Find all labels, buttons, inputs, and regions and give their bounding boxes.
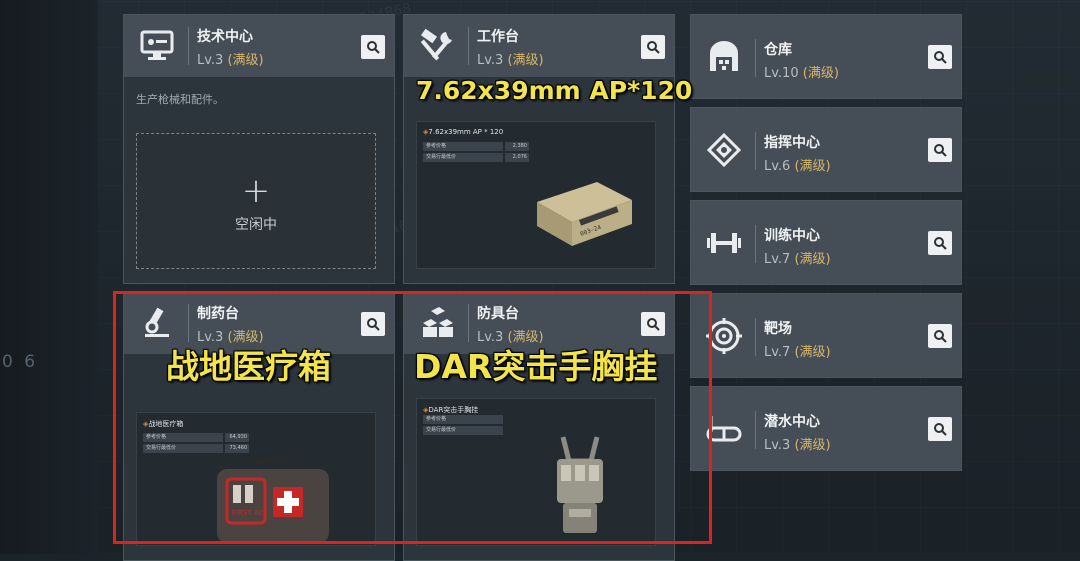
card-header: 技术中心 Lv.3 (满级) <box>124 15 394 78</box>
highlight-frame <box>113 291 712 544</box>
idle-production-slot[interactable]: + 空闲中 <box>136 133 376 269</box>
search-button[interactable] <box>928 324 952 348</box>
search-icon <box>934 51 947 64</box>
price-label: 参考价格 <box>423 142 503 151</box>
card-title: 指挥中心 <box>764 135 820 151</box>
card-title: 靶场 <box>764 321 792 337</box>
left-side-panel <box>0 0 98 554</box>
separator <box>468 27 469 65</box>
card-header: 指挥中心 Lv.6 (满级) <box>691 108 961 191</box>
search-icon <box>647 41 660 54</box>
card-description: 生产枪械和配件。 <box>136 93 224 106</box>
card-level: Lv.7 (满级) <box>764 252 831 267</box>
shooting-range-card[interactable]: 靶场 Lv.7 (满级) <box>690 293 962 378</box>
training-center-card[interactable]: 训练中心 Lv.7 (满级) <box>690 200 962 285</box>
search-button[interactable] <box>361 35 385 59</box>
warehouse-icon <box>703 36 745 78</box>
price-value: 2,076 <box>505 153 529 162</box>
card-title: 训练中心 <box>764 228 820 244</box>
separator <box>755 39 756 77</box>
ammo-caption: 7.62x39mm AP*120 <box>416 76 693 105</box>
price-label: 交易行最低价 <box>423 153 503 162</box>
dumbbell-icon <box>703 222 745 264</box>
card-level: Lv.3 (满级) <box>477 53 544 68</box>
search-icon <box>367 41 380 54</box>
medkit-caption: 战地医疗箱 <box>166 347 331 386</box>
command-chip-icon <box>703 129 745 171</box>
side-number: 0 6 <box>2 352 39 372</box>
ammo-box-image: 003–24 <box>537 182 632 246</box>
idle-label: 空闲中 <box>235 217 277 233</box>
card-title: 潜水中心 <box>764 414 820 430</box>
search-icon <box>934 237 947 250</box>
separator <box>188 27 189 65</box>
hammer-wrench-icon <box>416 25 458 67</box>
search-button[interactable] <box>928 138 952 162</box>
workbench-card[interactable]: 工作台 Lv.3 (满级) ◈7.62x39mm AP * 120 参考价格 2… <box>403 14 675 284</box>
card-title: 技术中心 <box>197 29 253 45</box>
card-level: Lv.6 (满级) <box>764 159 831 174</box>
search-icon <box>934 144 947 157</box>
production-preview[interactable]: ◈7.62x39mm AP * 120 参考价格 2,380 交易行最低价 2,… <box>416 121 656 269</box>
preview-title: ◈7.62x39mm AP * 120 <box>423 128 504 136</box>
search-button[interactable] <box>641 35 665 59</box>
search-icon <box>934 423 947 436</box>
search-button[interactable] <box>928 417 952 441</box>
card-level: Lv.10 (满级) <box>764 66 839 81</box>
card-header: 训练中心 Lv.7 (满级) <box>691 201 961 284</box>
card-title: 工作台 <box>477 29 519 45</box>
search-button[interactable] <box>928 45 952 69</box>
plus-icon: + <box>241 171 271 211</box>
monitor-icon <box>136 25 178 67</box>
card-header: 潜水中心 Lv.3 (满级) <box>691 387 961 470</box>
separator <box>755 318 756 356</box>
warehouse-card[interactable]: 仓库 Lv.10 (满级) <box>690 14 962 99</box>
card-level: Lv.3 (满级) <box>197 53 264 68</box>
separator <box>755 132 756 170</box>
card-header: 靶场 Lv.7 (满级) <box>691 294 961 377</box>
price-value: 2,380 <box>505 142 529 151</box>
separator <box>755 225 756 263</box>
card-title: 仓库 <box>764 42 792 58</box>
command-center-card[interactable]: 指挥中心 Lv.6 (满级) <box>690 107 962 192</box>
card-level: Lv.7 (满级) <box>764 345 831 360</box>
card-level: Lv.3 (满级) <box>764 438 831 453</box>
search-icon <box>934 330 947 343</box>
tech-center-card[interactable]: 技术中心 Lv.3 (满级) 生产枪械和配件。 + 空闲中 <box>123 14 395 284</box>
search-button[interactable] <box>928 231 952 255</box>
vest-caption: DAR突击手胸挂 <box>414 347 658 386</box>
card-header: 仓库 Lv.10 (满级) <box>691 15 961 98</box>
card-header: 工作台 Lv.3 (满级) <box>404 15 674 78</box>
dive-center-card[interactable]: 潜水中心 Lv.3 (满级) <box>690 386 962 471</box>
separator <box>755 411 756 449</box>
